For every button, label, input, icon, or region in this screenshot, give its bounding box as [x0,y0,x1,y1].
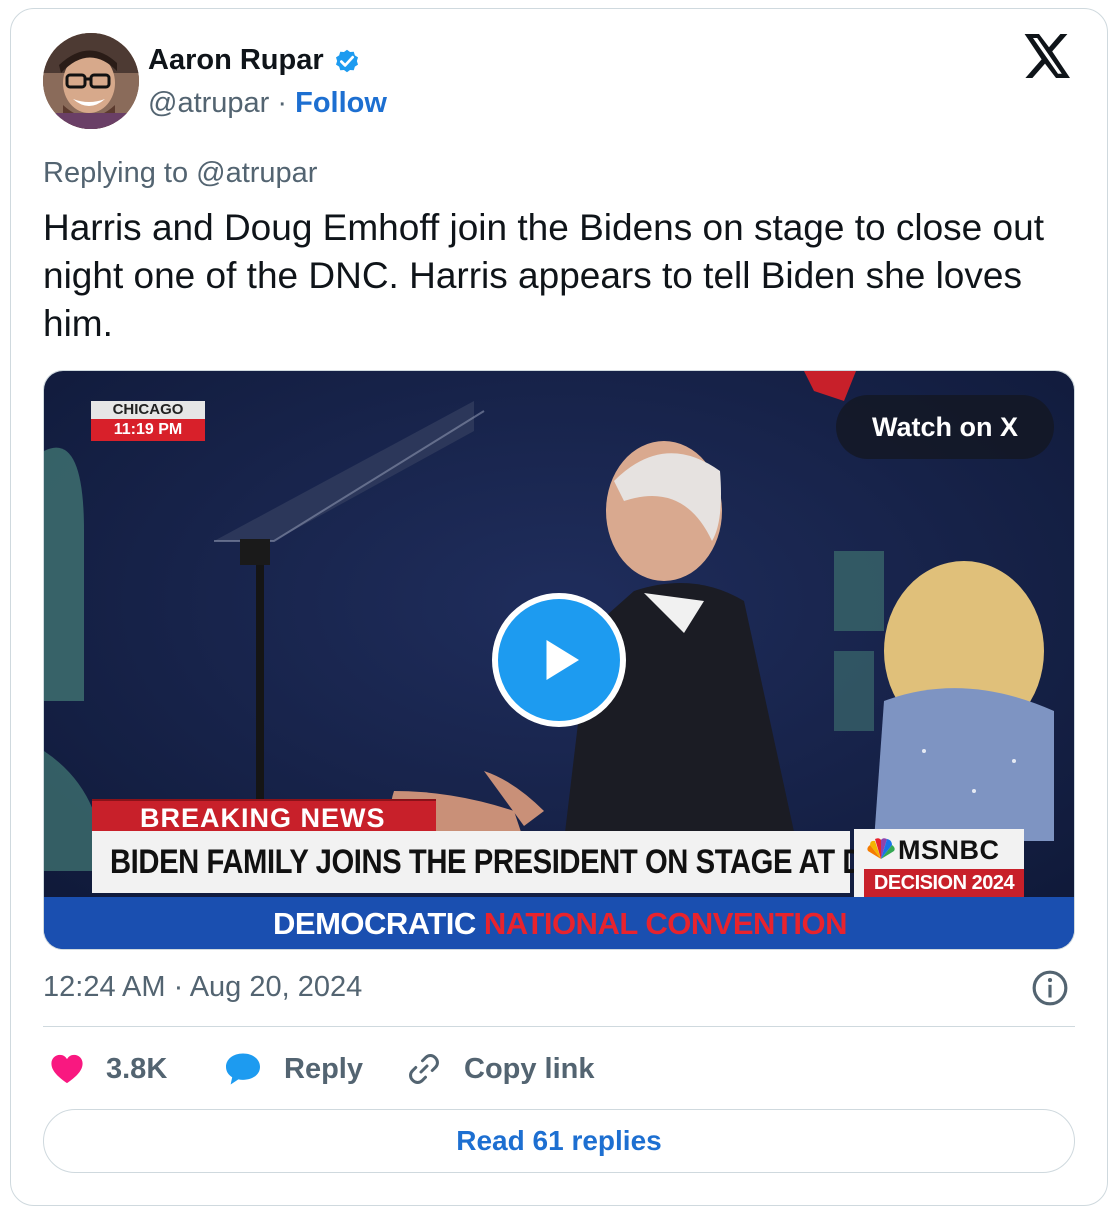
tweet-text: Harris and Doug Emhoff join the Bidens o… [43,207,1044,344]
like-button[interactable]: 3.8K [50,1046,167,1092]
author-name-row[interactable]: Aaron Rupar [148,44,362,77]
tweet-timestamp[interactable]: 12:24 AM · Aug 20, 2024 [43,971,362,1004]
network-name: MSNBC [898,835,1000,865]
reply-button[interactable]: Reply [224,1046,363,1092]
peacock-icon [867,838,895,859]
reply-bubble-icon [226,1053,260,1085]
news-headline: BIDEN FAMILY JOINS THE PRESIDENT ON STAG… [110,843,905,881]
author-handle[interactable]: @atrupar [148,87,269,119]
play-icon [546,640,579,680]
location-time-badge: CHICAGO 11:19 PM [91,401,205,441]
decision-2024-label: DECISION 2024 [864,869,1024,897]
convention-banner: DEMOCRATIC NATIONAL CONVENTION [44,897,1074,949]
divider [43,1026,1075,1027]
convention-democratic: DEMOCRATIC [273,906,476,941]
copy-link-button[interactable]: Copy link [406,1046,595,1092]
follow-button[interactable]: Follow [295,87,387,119]
copy-link-label: Copy link [464,1052,595,1085]
link-icon [409,1054,439,1084]
location-time: 11:19 PM [91,419,205,441]
info-icon[interactable] [1031,969,1069,1007]
breaking-news-label: BREAKING NEWS [92,799,436,833]
author-name[interactable]: Aaron Rupar [148,44,324,77]
location-city: CHICAGO [91,401,205,419]
play-button[interactable] [492,593,626,727]
author-handle-row: @atrupar · Follow [148,87,387,120]
x-logo-icon[interactable] [1024,34,1072,78]
verified-badge-icon [332,46,362,76]
handle-separator: · [277,87,288,119]
video-player[interactable]: CHICAGO 11:19 PM Watch on X BREAKING NEW… [43,370,1075,950]
heart-icon [51,1054,83,1084]
news-headline-bar: BIDEN FAMILY JOINS THE PRESIDENT ON STAG… [92,831,905,893]
reply-label: Reply [284,1052,363,1085]
convention-national: NATIONAL CONVENTION [483,906,848,941]
network-logo-box: MSNBC DECISION 2024 [854,829,1024,899]
author-avatar[interactable] [43,33,139,129]
replying-to-label[interactable]: Replying to @atrupar [43,157,317,190]
watch-on-x-button[interactable]: Watch on X [836,395,1054,459]
read-replies-button[interactable]: Read 61 replies [43,1109,1075,1173]
like-count: 3.8K [106,1052,168,1085]
